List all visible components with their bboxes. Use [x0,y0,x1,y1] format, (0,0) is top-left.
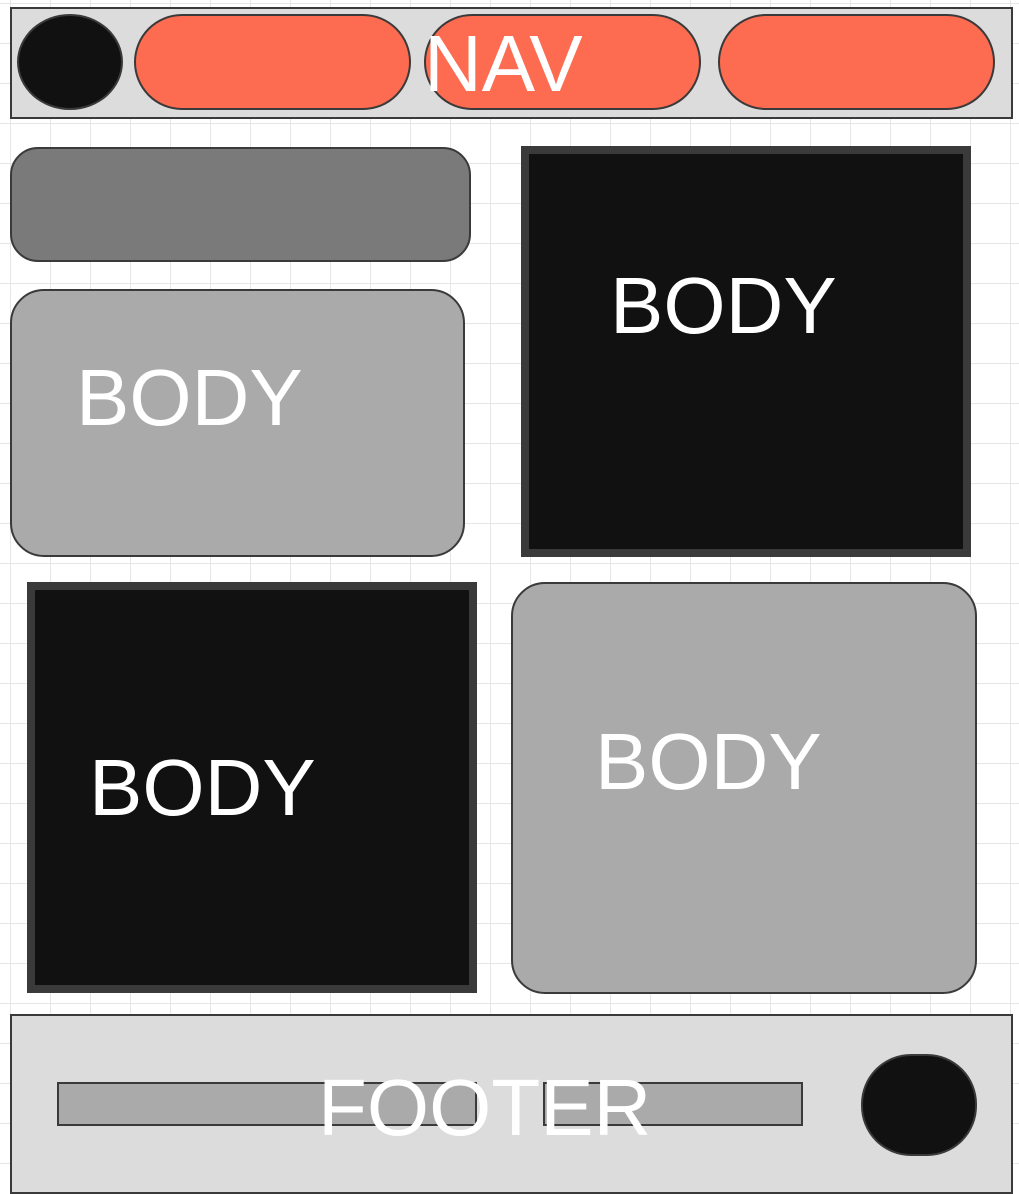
nav-label: NAV [424,19,583,108]
footer-label: FOOTER [318,1063,652,1152]
body-label-4: BODY [595,717,822,806]
footer-button[interactable] [861,1054,977,1156]
body-card-2 [521,146,971,557]
body-label-3: BODY [89,743,316,832]
body-label-1: BODY [76,353,303,442]
nav-item-3[interactable] [718,14,995,110]
body-label-2: BODY [610,261,837,350]
nav-item-1[interactable] [134,14,411,110]
logo-circle-icon[interactable] [17,14,123,110]
header-bar [10,147,471,262]
